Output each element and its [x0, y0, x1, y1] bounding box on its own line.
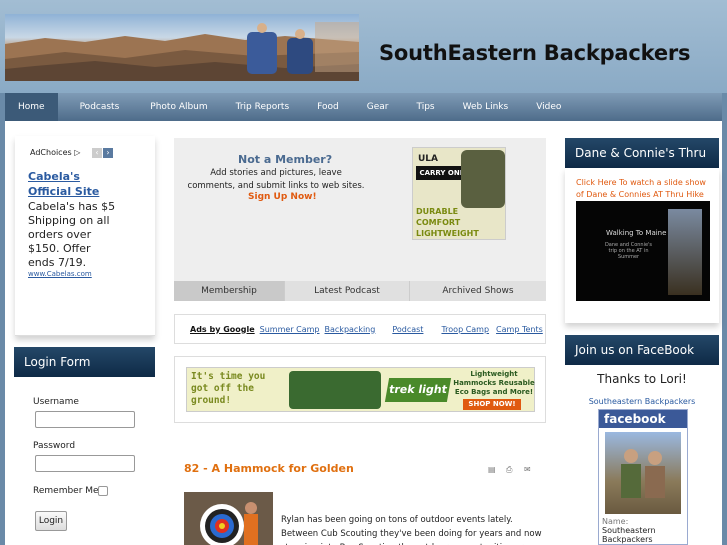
- remember-me-checkbox[interactable]: [98, 486, 108, 496]
- pdf-icon[interactable]: ▤: [488, 465, 496, 474]
- adchoices-icon: ▷: [74, 148, 81, 157]
- ad-title-link[interactable]: Cabela's Official Site: [28, 169, 108, 199]
- video-subtitle: Dane and Connie's trip on the AT in Summ…: [604, 242, 653, 260]
- signup-link[interactable]: Sign Up Now!: [248, 192, 317, 202]
- username-label: Username: [33, 397, 79, 407]
- ad-link[interactable]: Summer Camp: [260, 325, 320, 334]
- member-text: Add stories and pictures, leave comments…: [187, 168, 365, 191]
- password-label: Password: [33, 441, 76, 451]
- promo-tagline: Lightweight Hammocks Reusable Eco Bags a…: [453, 370, 535, 396]
- nav-gear[interactable]: Gear: [353, 93, 403, 121]
- ad-link[interactable]: Backpacking: [325, 325, 376, 334]
- google-ads-bar: Ads by Google Summer Camp Backpacking Po…: [174, 314, 546, 344]
- nav-home[interactable]: Home: [5, 93, 58, 121]
- ad-link[interactable]: Podcast: [392, 325, 423, 334]
- hammock-image: [289, 371, 381, 409]
- email-icon[interactable]: ✉: [524, 465, 531, 474]
- video-thumbnail: [668, 209, 702, 295]
- ad-prev-icon[interactable]: ‹: [92, 148, 102, 158]
- ad-box: AdChoices ▷ ‹ › Cabela's Official Site C…: [15, 136, 155, 336]
- slideshow-link[interactable]: Click Here To watch a slide show of Dane…: [576, 177, 714, 201]
- ad-link[interactable]: Camp Tents: [496, 325, 543, 334]
- username-input[interactable]: [35, 411, 135, 428]
- tab-latest-podcast[interactable]: Latest Podcast: [284, 281, 409, 301]
- article-image: [184, 492, 273, 545]
- facebook-page-link[interactable]: Southeastern Backpackers: [565, 397, 719, 406]
- member-title: Not a Member?: [238, 153, 333, 166]
- tab-membership[interactable]: Membership: [174, 281, 284, 301]
- nav-web-links[interactable]: Web Links: [449, 93, 523, 121]
- login-form-title: Login Form: [14, 347, 155, 377]
- member-tabs: Membership Latest Podcast Archived Shows: [174, 281, 546, 301]
- login-button[interactable]: Login: [35, 511, 67, 531]
- ad-link[interactable]: Troop Camp: [441, 325, 489, 334]
- facebook-profile-photo: [605, 432, 681, 514]
- ula-ad-image[interactable]: ULA CARRY ONE DURABLE COMFORT LIGHTWEIGHT: [412, 147, 506, 240]
- facebook-badge[interactable]: facebook Name: Southeastern Backpackers: [598, 409, 688, 545]
- thanks-text: Thanks to Lori!: [597, 372, 687, 386]
- site-title: SouthEastern Backpackers: [379, 41, 691, 65]
- nav-video[interactable]: Video: [522, 93, 575, 121]
- header-banner-image: [5, 14, 359, 81]
- ula-brand: ULA: [418, 154, 439, 164]
- remember-me-label: Remember Me: [33, 486, 99, 496]
- nav-tips[interactable]: Tips: [402, 93, 448, 121]
- facebook-logo: facebook: [599, 410, 687, 428]
- ads-by-google-label[interactable]: Ads by Google: [190, 325, 255, 334]
- article-text: Rylan has been going on tons of outdoor …: [281, 515, 542, 545]
- trek-light-banner[interactable]: It's time you got off the ground! trek l…: [186, 367, 535, 412]
- ad-text: Cabela's has $5 Shipping on all orders o…: [28, 200, 116, 269]
- nav-food[interactable]: Food: [303, 93, 353, 121]
- ad-next-icon[interactable]: ›: [103, 148, 113, 158]
- nav-podcasts[interactable]: Podcasts: [58, 93, 137, 121]
- ula-tags: DURABLE COMFORT LIGHTWEIGHT: [416, 207, 479, 238]
- ad-url-link[interactable]: www.Cabelas.com: [28, 270, 92, 278]
- nav-trip-reports[interactable]: Trip Reports: [222, 93, 303, 121]
- trek-light-logo: trek light: [384, 378, 452, 402]
- promo-slogan: It's time you got off the ground!: [191, 371, 266, 406]
- backpack-image: [461, 150, 505, 208]
- main-nav: Home Podcasts Photo Album Trip Reports F…: [5, 93, 722, 121]
- shop-now-button[interactable]: SHOP NOW!: [463, 399, 521, 410]
- adchoices-label[interactable]: AdChoices ▷: [30, 148, 80, 157]
- nav-photo-album[interactable]: Photo Album: [136, 93, 221, 121]
- tab-archived-shows[interactable]: Archived Shows: [409, 281, 546, 301]
- password-input[interactable]: [35, 455, 135, 472]
- name-label: Name:: [602, 517, 629, 526]
- print-icon[interactable]: ⎙: [506, 465, 512, 475]
- article-title[interactable]: 82 - A Hammock for Golden: [184, 462, 354, 475]
- thru-hike-video[interactable]: Walking To Maine Dane and Connie's trip …: [576, 201, 710, 301]
- thru-hike-title: Dane & Connie's Thru Hike: [565, 138, 719, 190]
- facebook-section-title: Join us on FaceBook: [565, 335, 719, 365]
- video-title: Walking To Maine: [606, 229, 667, 237]
- profile-name: Southeastern Backpackers: [602, 526, 656, 544]
